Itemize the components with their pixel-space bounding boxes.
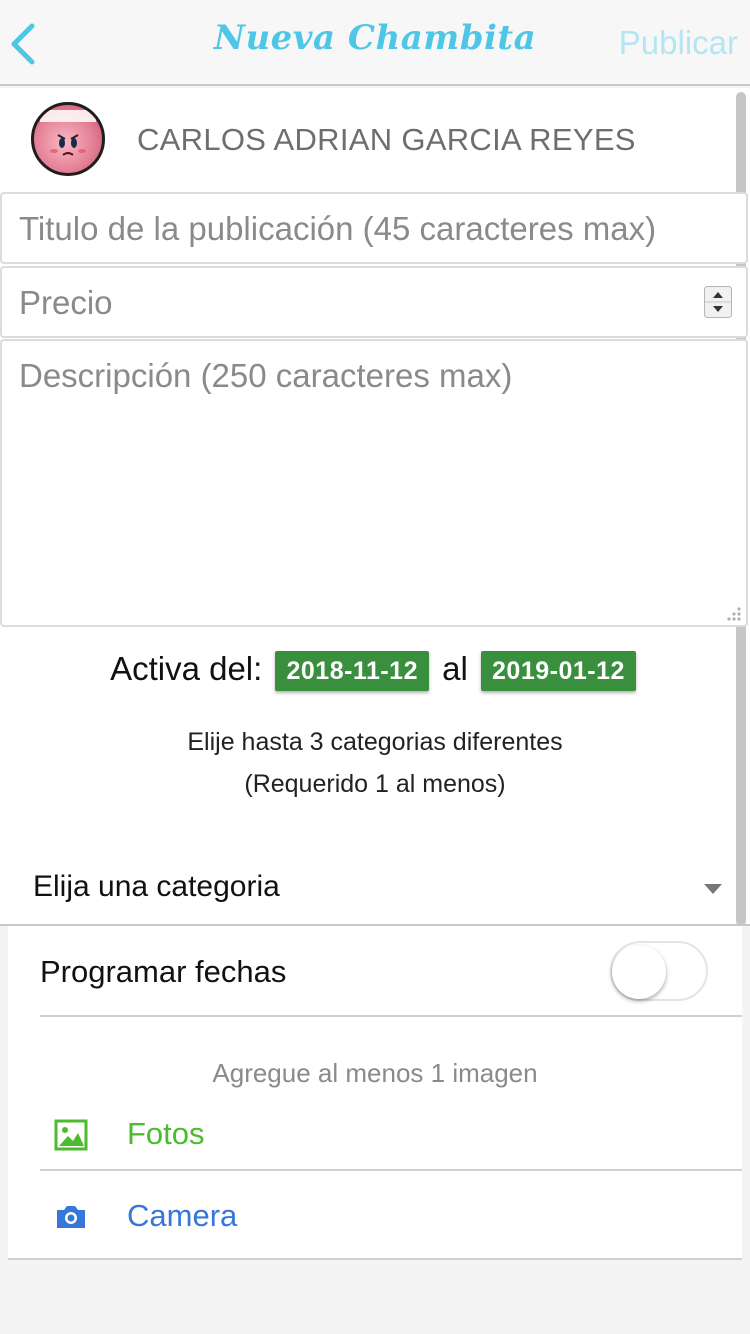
- start-date-chip[interactable]: 2018-11-12: [275, 651, 429, 692]
- images-hint: Agregue al menos 1 imagen: [212, 1058, 538, 1088]
- category-select-label: Elija una categoria: [33, 870, 280, 903]
- options-panel: Programar fechas Agregue al menos 1 imag…: [8, 926, 742, 1260]
- price-placeholder: Precio: [19, 284, 113, 321]
- categories-required-note: (Requerido 1 al menos): [244, 770, 506, 798]
- price-input[interactable]: Precio: [0, 266, 748, 338]
- description-textarea[interactable]: Descripción (250 caracteres max): [0, 339, 748, 627]
- categories-info: Elije hasta 3 categorias diferentes: [187, 728, 563, 756]
- user-row: CARLOS ADRIAN GARCIA REYES: [0, 88, 730, 192]
- title-input[interactable]: Titulo de la publicación (45 caracteres …: [0, 192, 748, 264]
- top-bar: Nueva Chambita Publicar: [0, 0, 750, 86]
- post-form: CARLOS ADRIAN GARCIA REYES Titulo de la …: [0, 88, 750, 926]
- schedule-toggle[interactable]: [610, 941, 708, 1001]
- caret-down-icon: [704, 884, 722, 894]
- resize-grip-icon[interactable]: [726, 605, 742, 621]
- image-icon: [54, 1119, 88, 1151]
- schedule-label: Programar fechas: [40, 954, 287, 989]
- title-placeholder: Titulo de la publicación (45 caracteres …: [19, 210, 657, 247]
- dates-prefix: Activa del:: [110, 650, 263, 687]
- description-placeholder: Descripción (250 caracteres max): [19, 357, 513, 394]
- dates-connector: al: [442, 650, 468, 687]
- divider: [40, 1169, 742, 1171]
- camera-label: Camera: [127, 1198, 238, 1233]
- photos-button[interactable]: Fotos: [8, 1102, 742, 1174]
- number-spinner-icon[interactable]: [704, 286, 732, 318]
- avatar: [31, 102, 105, 176]
- active-dates: Activa del: 2018-11-12 al 2019-01-12: [0, 648, 750, 692]
- user-name: CARLOS ADRIAN GARCIA REYES: [137, 122, 636, 157]
- camera-button[interactable]: Camera: [8, 1184, 742, 1256]
- avatar-face-icon: [40, 110, 96, 156]
- camera-icon: [57, 1206, 85, 1228]
- photos-label: Fotos: [127, 1116, 205, 1151]
- category-select[interactable]: Elija una categoria: [0, 856, 734, 924]
- divider: [40, 1015, 742, 1017]
- toggle-knob: [612, 945, 666, 999]
- end-date-chip[interactable]: 2019-01-12: [481, 651, 636, 692]
- publish-button[interactable]: Publicar: [619, 24, 738, 62]
